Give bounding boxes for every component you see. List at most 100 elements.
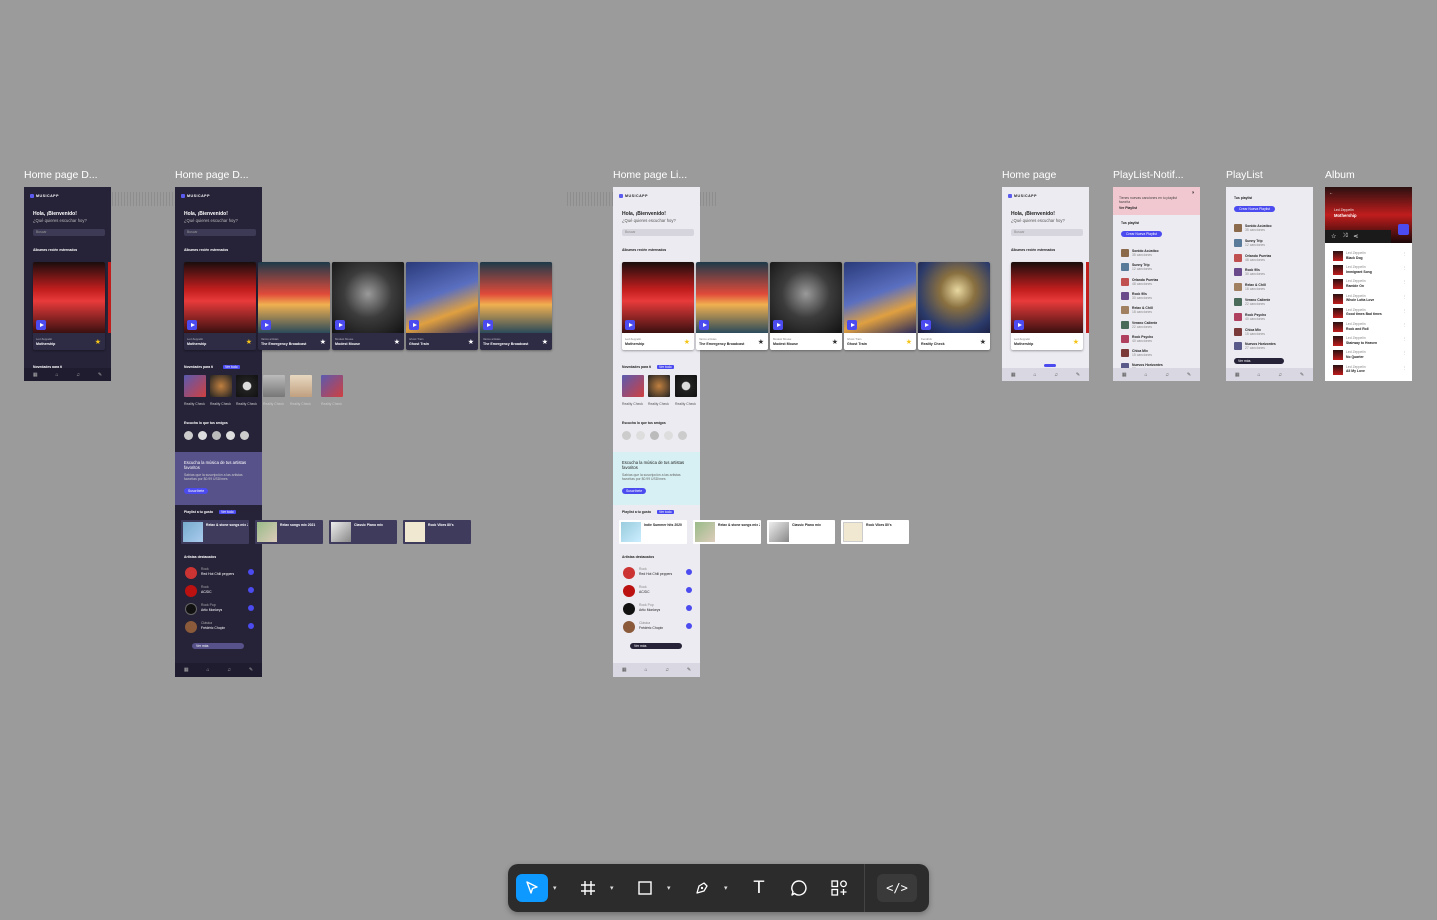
more-icon[interactable]: ⋮ — [1403, 323, 1406, 327]
friend-avatar[interactable] — [622, 431, 631, 440]
rectangle-tool-button[interactable] — [631, 874, 659, 902]
playlist-card[interactable]: Indie Summer hits 2020 — [619, 520, 687, 544]
new-playlist-button[interactable]: Crear Nueva Playlist — [1121, 231, 1162, 238]
search-input[interactable]: Buscar — [33, 229, 105, 236]
news-cover[interactable] — [648, 375, 670, 397]
track-thumb[interactable] — [1333, 336, 1343, 347]
share-icon[interactable]: ⋖ — [1353, 233, 1358, 240]
play-icon[interactable] — [248, 605, 254, 611]
chevron-down-icon[interactable]: ▾ — [553, 884, 557, 892]
playlist-thumb[interactable] — [1121, 263, 1129, 272]
track-thumb[interactable] — [1333, 350, 1343, 361]
home-icon[interactable]: ⌂ — [206, 667, 209, 673]
search-input[interactable]: Buscar — [622, 229, 694, 236]
back-icon[interactable]: ← — [1329, 190, 1333, 195]
more-button[interactable]: Ver más — [630, 643, 682, 649]
playlist-card[interactable]: Relax songs mix 2021 — [255, 520, 323, 544]
chevron-down-icon[interactable]: ▾ — [724, 884, 728, 892]
playlist-thumb[interactable] — [1234, 253, 1242, 262]
shuffle-icon[interactable]: ⤨ — [1342, 233, 1347, 240]
artist-avatar[interactable] — [185, 585, 197, 597]
badge[interactable]: Ver todo — [657, 510, 674, 515]
album-card[interactable]: Led Zeppelin Mothership ★ — [184, 262, 256, 350]
friend-avatar[interactable] — [650, 431, 659, 440]
more-button[interactable]: Ver más — [192, 643, 244, 649]
playlist-card[interactable]: Relax & stone songs mix 2021 — [693, 520, 761, 544]
star-icon[interactable]: ★ — [320, 339, 326, 346]
star-icon[interactable]: ★ — [758, 339, 764, 346]
frame-label-playlist[interactable]: PlayList — [1226, 169, 1312, 181]
playlist-thumb[interactable] — [1234, 268, 1242, 277]
star-icon[interactable]: ★ — [980, 339, 986, 346]
star-icon[interactable]: ★ — [542, 339, 548, 346]
pen-icon[interactable]: ✎ — [1187, 372, 1191, 378]
frame-label-home-dark-1[interactable]: Home page D... — [24, 169, 110, 181]
friend-avatar[interactable] — [184, 431, 193, 440]
home-icon[interactable]: ⌂ — [1033, 372, 1036, 378]
library-icon[interactable]: ▦ — [1122, 372, 1127, 378]
playlist-thumb[interactable] — [1234, 224, 1242, 232]
frame-label-home-dark-2[interactable]: Home page D... — [175, 169, 261, 181]
frame-home[interactable]: MUSICAPP Hola, ¡Bienvenido! ¿Qué quieres… — [1002, 187, 1089, 381]
play-icon[interactable] — [248, 623, 254, 629]
frame-label-home-light[interactable]: Home page Li... — [613, 169, 699, 181]
bell-icon[interactable]: ♫ — [1278, 372, 1282, 378]
frame-label-home[interactable]: Home page — [1002, 169, 1088, 181]
frame-home-light[interactable]: MUSICAPP Hola, ¡Bienvenido! ¿Qué quieres… — [613, 187, 990, 677]
playlist-thumb[interactable] — [1121, 277, 1129, 286]
frame-playlist-notif[interactable]: Tienes nuevas canciones en tu playlist f… — [1113, 187, 1200, 381]
news-cover[interactable] — [263, 375, 285, 397]
home-icon[interactable]: ⌂ — [1144, 372, 1147, 378]
more-icon[interactable]: ⋮ — [1403, 266, 1406, 270]
track-thumb[interactable] — [1333, 364, 1343, 375]
news-cover[interactable] — [675, 375, 697, 397]
track-thumb[interactable] — [1333, 265, 1343, 276]
playlist-thumb[interactable] — [1234, 342, 1242, 351]
track-thumb[interactable] — [1333, 322, 1343, 332]
album-card[interactable]: Varios artistas The Emergency Broadcast … — [258, 262, 330, 350]
friend-avatar[interactable] — [226, 431, 235, 440]
artist-avatar[interactable] — [623, 603, 635, 615]
subscribe-button[interactable]: Suscríbete — [184, 488, 209, 495]
album-card[interactable]: Varios artistas The Emergency Broadcast … — [696, 262, 768, 350]
pen-icon[interactable]: ✎ — [1076, 372, 1080, 378]
playlist-thumb[interactable] — [1121, 320, 1129, 329]
home-icon[interactable]: ⌂ — [1257, 372, 1260, 378]
play-icon[interactable] — [36, 320, 46, 330]
bell-icon[interactable]: ♫ — [1165, 372, 1169, 378]
album-card[interactable]: Modest Mouse Modest Mouse ★ — [770, 262, 842, 350]
playlist-card[interactable]: Classic Piano mix — [767, 520, 835, 544]
text-tool-button[interactable]: T — [745, 874, 773, 902]
news-cover[interactable] — [622, 375, 644, 397]
pen-icon[interactable]: ✎ — [1300, 372, 1304, 378]
frame-tool-button[interactable] — [574, 874, 602, 902]
play-icon[interactable] — [409, 320, 419, 330]
artist-avatar[interactable] — [623, 567, 635, 579]
new-playlist-button[interactable]: Crear Nueva Playlist — [1234, 206, 1275, 213]
library-icon[interactable]: ▦ — [184, 667, 189, 673]
album-card[interactable]: Modest Mouse Modest Mouse ★ — [332, 262, 404, 350]
star-icon[interactable]: ★ — [468, 339, 474, 346]
close-icon[interactable]: × — [1192, 190, 1194, 195]
play-icon[interactable] — [686, 569, 692, 575]
home-icon[interactable]: ⌂ — [644, 667, 647, 673]
library-icon[interactable]: ▦ — [1011, 372, 1016, 378]
bell-icon[interactable]: ♫ — [1054, 372, 1058, 378]
news-cover[interactable] — [210, 375, 232, 397]
playlist-card[interactable]: Rock Vibes 80's — [841, 520, 909, 544]
album-card[interactable]: Led Zeppelin Mothership ★ — [622, 262, 694, 350]
more-button[interactable]: Ver más — [1234, 358, 1284, 364]
artist-avatar[interactable] — [185, 603, 197, 615]
artist-avatar[interactable] — [185, 621, 197, 633]
star-icon[interactable]: ★ — [95, 339, 101, 346]
frame-label-playlist-notif[interactable]: PlayList-Notif... — [1113, 169, 1199, 181]
pen-icon[interactable]: ✎ — [98, 372, 102, 378]
more-icon[interactable]: ⋮ — [1403, 309, 1406, 313]
chevron-down-icon[interactable]: ▾ — [667, 884, 671, 892]
album-card[interactable]: Kendrick Reality Check ★ — [918, 262, 990, 350]
news-cover[interactable] — [184, 375, 206, 397]
friend-avatar[interactable] — [664, 431, 673, 440]
friend-avatar[interactable] — [198, 431, 207, 440]
play-icon[interactable] — [686, 587, 692, 593]
playlist-thumb[interactable] — [1121, 306, 1129, 315]
